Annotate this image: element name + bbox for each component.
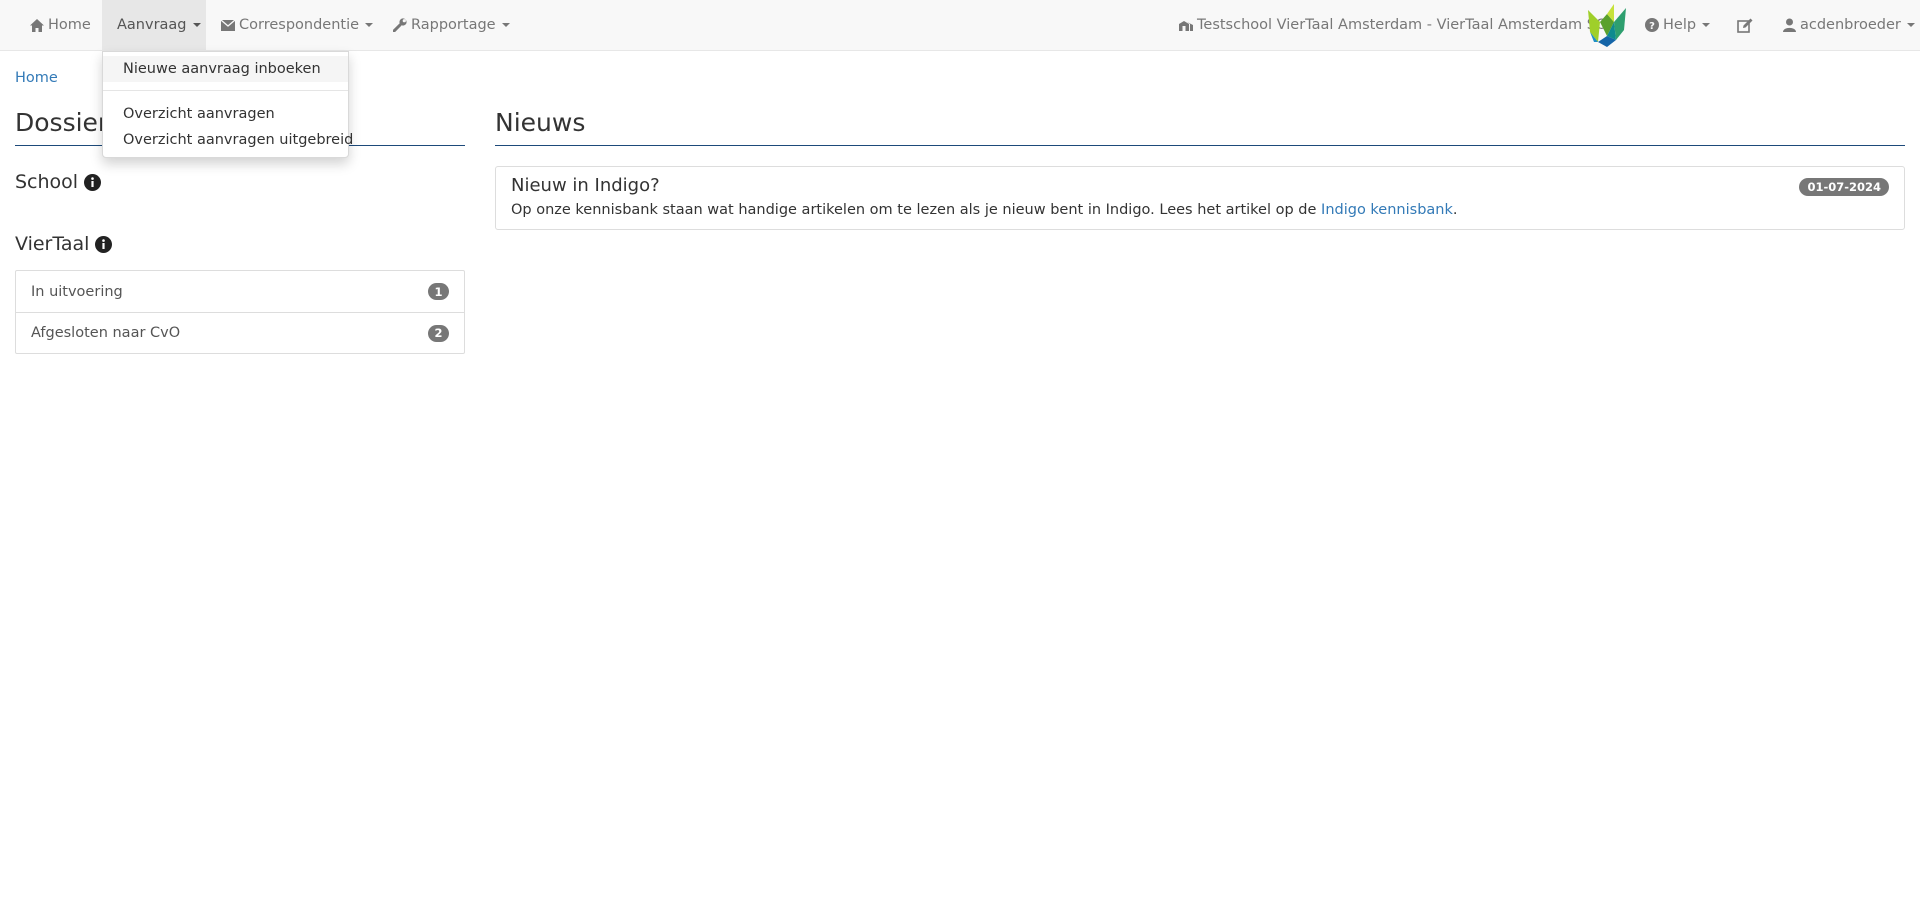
list-item-label: Afgesloten naar CvO (31, 325, 181, 341)
nav-rapportage-label: Rapportage (411, 17, 496, 33)
count-badge: 2 (428, 324, 449, 342)
school-heading: School (15, 171, 102, 193)
nav-user-label: acdenbroeder (1800, 17, 1901, 33)
nav-aanvraag-label: Aanvraag (117, 17, 187, 33)
school-icon (1179, 19, 1193, 31)
list-item[interactable]: In uitvoering 1 (16, 271, 464, 312)
nav-home[interactable]: Home (15, 0, 106, 50)
caret-down-icon (501, 23, 510, 27)
news-item-title: Nieuw in Indigo? (511, 175, 660, 196)
nav-school-selector[interactable]: Testschool VierTaal Amsterdam - VierTaal… (1164, 0, 1622, 50)
user-icon (1783, 18, 1796, 32)
nav-aanvraag-dropdown[interactable]: Aanvraag (102, 0, 206, 50)
news-body-text: Op onze kennisbank staan wat handige art… (511, 202, 1322, 218)
menu-item-overzicht-uitgebreid[interactable]: Overzicht aanvragen uitgebreid (103, 127, 353, 153)
indigo-logo (1584, 2, 1630, 48)
news-title: Nieuws (495, 108, 586, 137)
nav-correspondentie-label: Correspondentie (239, 17, 360, 33)
list-item[interactable]: Afgesloten naar CvO 2 (16, 312, 464, 353)
question-icon: ? (1645, 18, 1659, 32)
caret-down-icon (192, 23, 201, 27)
envelope-icon (221, 19, 235, 31)
nav-help-dropdown[interactable]: ? Help (1630, 0, 1725, 50)
nav-help-label: Help (1663, 17, 1697, 33)
viertaal-heading: VierTaal (15, 233, 113, 255)
news-item-panel: Nieuw in Indigo? 01-07-2024 Op onze kenn… (495, 166, 1905, 230)
caret-down-icon (1906, 23, 1915, 27)
wrench-icon (393, 18, 407, 32)
caret-down-icon (365, 23, 374, 27)
home-icon (30, 18, 44, 32)
edit-icon (1737, 18, 1753, 33)
school-heading-label: School (15, 171, 79, 193)
breadcrumb-home[interactable]: Home (15, 70, 58, 86)
news-body-suffix: . (1452, 202, 1458, 218)
list-item-label: In uitvoering (31, 283, 123, 300)
news-item-body: Op onze kennisbank staan wat handige art… (511, 202, 1457, 218)
news-date-badge: 01-07-2024 (1799, 178, 1889, 196)
top-navbar: Home Aanvraag Correspondentie Rapportage… (0, 0, 1920, 51)
info-icon[interactable] (84, 173, 102, 191)
nav-correspondentie-dropdown[interactable]: Correspondentie (206, 0, 388, 50)
viertaal-heading-label: VierTaal (15, 233, 90, 255)
svg-text:?: ? (1649, 21, 1655, 32)
info-icon[interactable] (95, 235, 113, 253)
nav-rapportage-dropdown[interactable]: Rapportage (378, 0, 525, 50)
menu-item-overzicht-aanvragen[interactable]: Overzicht aanvragen (103, 101, 348, 127)
news-title-rule (495, 145, 1905, 146)
kennisbank-link[interactable]: Indigo kennisbank (1321, 202, 1453, 218)
aanvraag-dropdown-menu: Nieuwe aanvraag inboeken Overzicht aanvr… (102, 51, 353, 158)
count-badge: 1 (428, 283, 449, 300)
nav-school-label: Testschool VierTaal Amsterdam - VierTaal… (1197, 17, 1608, 33)
viertaal-dossier-list: In uitvoering 1 Afgesloten naar CvO 2 (15, 270, 465, 354)
nav-user-dropdown[interactable]: acdenbroeder (1768, 0, 1920, 50)
caret-down-icon (1702, 23, 1711, 27)
nav-edit-button[interactable] (1721, 0, 1773, 50)
menu-item-nieuwe-aanvraag[interactable]: Nieuwe aanvraag inboeken (103, 56, 348, 82)
menu-divider (103, 90, 348, 91)
nav-home-label: Home (48, 17, 91, 33)
